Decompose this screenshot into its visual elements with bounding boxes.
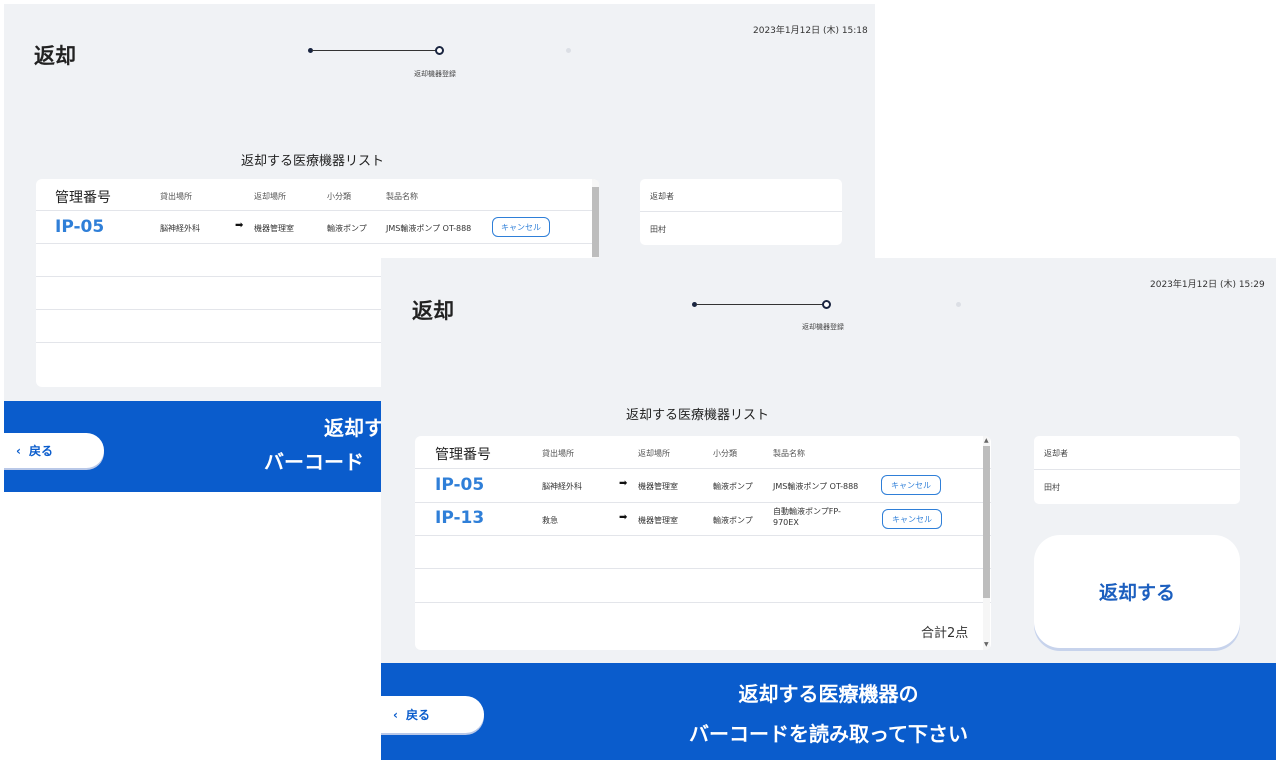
list-title: 返却する医療機器リスト bbox=[626, 408, 770, 423]
step-label: 返却機器登録 bbox=[802, 323, 844, 331]
returner-label: 返却者 bbox=[650, 192, 674, 201]
card-divider bbox=[640, 211, 842, 212]
cancel-button[interactable]: キャンセル bbox=[492, 217, 550, 237]
scrollbar-thumb[interactable] bbox=[983, 446, 990, 598]
row-divider bbox=[415, 468, 991, 469]
arrow-right-icon: ➡ bbox=[619, 512, 628, 523]
returner-name: 田村 bbox=[1044, 483, 1060, 492]
row-product: JMS輸液ポンプ OT-888 bbox=[773, 482, 859, 491]
instruction-banner: 返却する医療機器の バーコードを読み取って下さい bbox=[381, 663, 1276, 760]
row-divider bbox=[415, 535, 991, 536]
step-dot-pending bbox=[956, 302, 961, 307]
arrow-right-icon: ➡ bbox=[235, 220, 244, 231]
row-to: 機器管理室 bbox=[638, 482, 678, 491]
header-to: 返却場所 bbox=[254, 192, 286, 201]
return-button[interactable]: 返却する bbox=[1034, 535, 1240, 648]
banner-line-1: 返却す bbox=[324, 416, 384, 440]
banner-line-2: バーコード bbox=[264, 450, 364, 474]
header-id: 管理番号 bbox=[435, 447, 491, 463]
scrollbar-thumb[interactable] bbox=[592, 187, 599, 257]
row-divider bbox=[36, 210, 599, 211]
scroll-up-icon[interactable]: ▲ bbox=[984, 437, 989, 444]
row-category: 輸液ポンプ bbox=[713, 482, 753, 491]
step-connector bbox=[696, 304, 824, 305]
cancel-button[interactable]: キャンセル bbox=[881, 475, 941, 495]
header-product: 製品名称 bbox=[773, 449, 805, 458]
arrow-right-icon: ➡ bbox=[619, 478, 628, 489]
chevron-left-icon: ‹ bbox=[393, 707, 398, 722]
list-title: 返却する医療機器リスト bbox=[241, 154, 385, 169]
card-divider bbox=[1034, 469, 1240, 470]
header-category: 小分類 bbox=[713, 449, 737, 458]
row-id: IP-05 bbox=[55, 217, 105, 237]
returner-name: 田村 bbox=[650, 225, 666, 234]
row-divider bbox=[415, 602, 991, 603]
row-from: 脳神経外科 bbox=[542, 482, 582, 491]
header-from: 貸出場所 bbox=[542, 449, 574, 458]
row-divider bbox=[36, 243, 599, 244]
timestamp: 2023年1月12日 (木) 15:18 bbox=[753, 26, 868, 36]
scroll-down-icon[interactable]: ▼ bbox=[984, 641, 989, 648]
row-to: 機器管理室 bbox=[638, 516, 678, 525]
header-category: 小分類 bbox=[327, 192, 351, 201]
step-dot-current bbox=[822, 300, 831, 309]
row-product: JMS輸液ポンプ OT-888 bbox=[386, 224, 472, 233]
row-from: 脳神経外科 bbox=[160, 224, 200, 233]
header-to: 返却場所 bbox=[638, 449, 670, 458]
page-title: 返却 bbox=[34, 44, 76, 68]
timestamp: 2023年1月12日 (木) 15:29 bbox=[1150, 280, 1265, 290]
row-from: 救急 bbox=[542, 516, 558, 525]
returner-label: 返却者 bbox=[1044, 449, 1068, 458]
page-title: 返却 bbox=[412, 299, 454, 323]
chevron-left-icon: ‹ bbox=[16, 443, 21, 458]
row-divider bbox=[415, 502, 991, 503]
step-dot-current bbox=[435, 46, 444, 55]
returner-card: 返却者 田村 bbox=[1034, 436, 1240, 504]
back-label: 戻る bbox=[405, 708, 430, 722]
row-product: 自動輸液ポンプFP-970EX bbox=[773, 507, 841, 527]
total-count: 合計2点 bbox=[921, 626, 969, 641]
step-connector bbox=[312, 50, 440, 51]
row-to: 機器管理室 bbox=[254, 224, 294, 233]
banner-line-2: バーコードを読み取って下さい bbox=[689, 722, 968, 746]
row-id: IP-13 bbox=[435, 508, 485, 528]
row-id: IP-05 bbox=[435, 475, 485, 495]
row-category: 輸液ポンプ bbox=[327, 224, 367, 233]
banner-line-1: 返却する医療機器の bbox=[738, 682, 919, 706]
step-dot-pending bbox=[566, 48, 571, 53]
step-label: 返却機器登録 bbox=[414, 70, 456, 78]
return-screen-current: 2023年1月12日 (木) 15:29 返却 返却機器登録 返却する医療機器リ… bbox=[381, 258, 1276, 760]
device-table: 管理番号 貸出場所 返却場所 小分類 製品名称 IP-05 脳神経外科 ➡ 機器… bbox=[415, 436, 991, 650]
row-category: 輸液ポンプ bbox=[713, 516, 753, 525]
back-button[interactable]: ‹ 戻る bbox=[4, 433, 104, 468]
row-divider bbox=[415, 568, 991, 569]
header-product: 製品名称 bbox=[386, 192, 418, 201]
returner-card: 返却者 田村 bbox=[640, 179, 842, 245]
back-label: 戻る bbox=[28, 444, 53, 458]
header-from: 貸出場所 bbox=[160, 192, 192, 201]
cancel-button[interactable]: キャンセル bbox=[882, 509, 942, 529]
back-button[interactable]: ‹ 戻る bbox=[381, 696, 484, 733]
header-id: 管理番号 bbox=[55, 190, 111, 206]
